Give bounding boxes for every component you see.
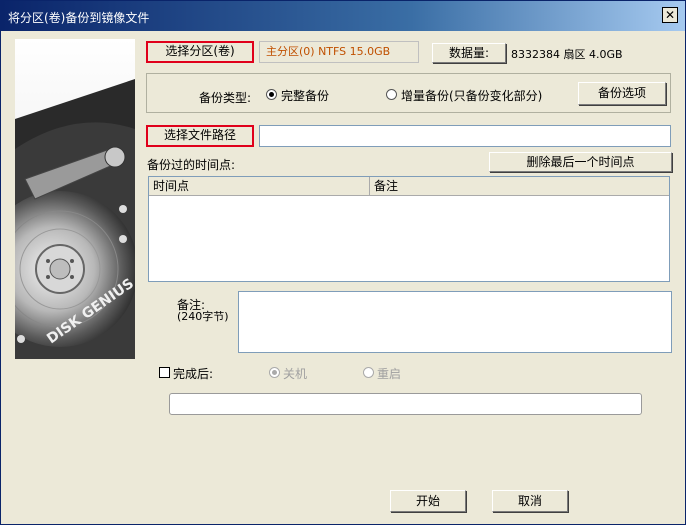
note-textarea[interactable] <box>238 291 672 353</box>
hard-disk-icon: DISK GENIUS <box>15 39 135 359</box>
progress-bar <box>169 393 642 415</box>
restart-radio[interactable] <box>363 367 374 378</box>
backup-dialog: 将分区(卷)备份到镜像文件 ✕ DISK GENIUS 选择分区(卷) 主分区(… <box>0 0 686 525</box>
column-header-timepoint[interactable]: 时间点 <box>149 177 370 195</box>
disk-illustration: DISK GENIUS <box>15 39 135 359</box>
incremental-backup-label[interactable]: 增量备份(只备份变化部分) <box>401 87 542 104</box>
close-icon: ✕ <box>664 8 676 22</box>
shutdown-label[interactable]: 关机 <box>283 365 307 382</box>
select-file-path-button[interactable]: 选择文件路径 <box>146 125 254 147</box>
select-partition-button[interactable]: 选择分区(卷) <box>146 41 254 63</box>
data-amount-button[interactable]: 数据量: <box>432 43 506 63</box>
incremental-backup-radio[interactable] <box>386 89 397 100</box>
full-backup-label[interactable]: 完整备份 <box>281 87 329 104</box>
backup-type-label: 备份类型: <box>199 91 252 105</box>
file-path-input[interactable] <box>259 125 671 147</box>
shutdown-radio[interactable] <box>269 367 280 378</box>
close-button[interactable]: ✕ <box>662 7 678 23</box>
list-header: 时间点 备注 <box>149 177 669 196</box>
timepoints-list[interactable]: 时间点 备注 <box>148 176 670 282</box>
after-done-label[interactable]: 完成后: <box>173 365 213 382</box>
data-amount-value: 8332384 扇区 4.0GB <box>511 48 623 61</box>
delete-last-timepoint-button[interactable]: 删除最后一个时间点 <box>489 152 672 172</box>
after-done-checkbox[interactable] <box>159 367 170 378</box>
timepoints-label: 备份过的时间点: <box>147 158 236 172</box>
title-bar[interactable]: 将分区(卷)备份到镜像文件 ✕ <box>1 1 685 31</box>
start-button[interactable]: 开始 <box>390 490 466 512</box>
partition-info: 主分区(0) NTFS 15.0GB <box>259 41 419 63</box>
window-title: 将分区(卷)备份到镜像文件 <box>8 11 150 25</box>
column-header-note[interactable]: 备注 <box>370 177 669 195</box>
full-backup-radio[interactable] <box>266 89 277 100</box>
backup-options-button[interactable]: 备份选项 <box>578 82 666 105</box>
restart-label[interactable]: 重启 <box>377 365 401 382</box>
note-hint: (240字节) <box>177 310 229 323</box>
cancel-button[interactable]: 取消 <box>492 490 568 512</box>
